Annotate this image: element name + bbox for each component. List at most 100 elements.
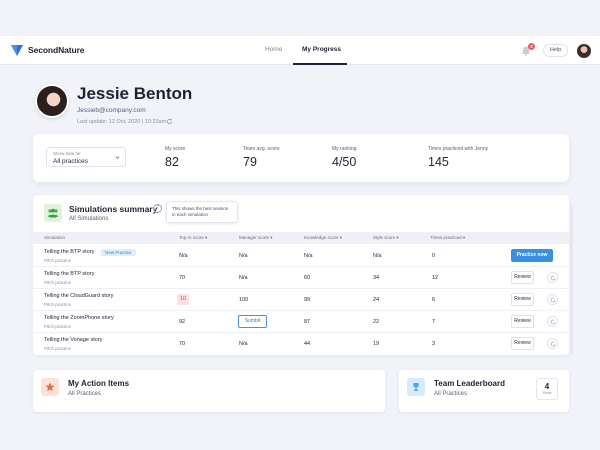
info-tooltip: This shows the best session in each simu… bbox=[166, 201, 238, 223]
last-update-text: Last update: 12 Oct, 2020 | 10:23am bbox=[77, 119, 167, 125]
profile-name: Jessie Benton bbox=[77, 84, 193, 103]
action-items-subtitle: All Practices bbox=[68, 391, 102, 397]
star-icon bbox=[41, 378, 59, 396]
trophy-icon bbox=[407, 378, 425, 396]
simulation-name[interactable]: Telling the Vonage story bbox=[44, 337, 102, 343]
show-data-value: All practices bbox=[53, 158, 89, 165]
stat-label: My score bbox=[165, 146, 186, 152]
style-score: 19 bbox=[373, 341, 380, 347]
top-ai-score-low: 10 bbox=[177, 294, 189, 305]
active-tab-indicator bbox=[293, 63, 347, 65]
manager-score: N/a bbox=[239, 275, 248, 281]
retry-icon[interactable] bbox=[547, 294, 558, 305]
table-row: Telling the Vonage story Pitch practice … bbox=[33, 333, 569, 355]
simulations-subtitle: All Simulations bbox=[69, 216, 109, 222]
manager-score: N/a bbox=[239, 253, 248, 259]
show-data-label: Show data for bbox=[53, 151, 81, 156]
review-button[interactable]: Review bbox=[511, 271, 534, 284]
stat-value: 145 bbox=[428, 155, 449, 169]
stat-label: My ranking bbox=[332, 146, 357, 152]
team-leaderboard-card: Team Leaderboard All Practices 4 Seats bbox=[399, 370, 569, 413]
notification-badge: 2 bbox=[528, 43, 535, 50]
simulation-name[interactable]: Telling the ZoomPhone story bbox=[44, 315, 114, 321]
submit-score-button[interactable]: Sumbit bbox=[238, 315, 267, 328]
nav-my-progress[interactable]: My Progress bbox=[302, 46, 341, 53]
table-row: Telling the BTP story New Practice Pitch… bbox=[33, 245, 569, 267]
col-knowledge-score[interactable]: Knowledge score ▾ bbox=[304, 235, 342, 241]
show-data-select[interactable]: Show data for All practices bbox=[46, 147, 126, 167]
action-items-title: My Action Items bbox=[68, 379, 130, 388]
simulation-name[interactable]: Telling the CloudGuard story bbox=[44, 293, 113, 299]
divider bbox=[33, 412, 385, 413]
stat-my-ranking: My ranking 4/50 bbox=[332, 146, 356, 169]
table-row: Telling the CloudGuard story Pitch pract… bbox=[33, 289, 569, 311]
knowledge-score: 99 bbox=[304, 297, 311, 303]
team-icon bbox=[44, 204, 62, 222]
style-score: N/a bbox=[373, 253, 382, 259]
top-ai-score: 92 bbox=[179, 319, 186, 325]
top-ai-score: 70 bbox=[179, 275, 186, 281]
retry-icon[interactable] bbox=[547, 338, 558, 349]
stat-label: Team avg. score bbox=[243, 146, 280, 152]
times-practiced: 7 bbox=[432, 319, 436, 325]
knowledge-score: 44 bbox=[304, 341, 311, 347]
table-header: Simulation Top AI score ▾ Manager score … bbox=[33, 232, 569, 244]
table-row: Telling the ZoomPhone story Pitch practi… bbox=[33, 311, 569, 333]
simulation-name[interactable]: Telling the BTP story bbox=[44, 249, 94, 255]
leaderboard-subtitle: All Practices bbox=[434, 391, 468, 397]
review-button[interactable]: Review bbox=[511, 315, 534, 328]
times-practiced: 6 bbox=[432, 297, 436, 303]
top-ai-score: N/a bbox=[179, 253, 188, 259]
chevron-down-icon bbox=[115, 156, 120, 159]
knowledge-score: 87 bbox=[304, 319, 311, 325]
simulation-type: Pitch practice bbox=[44, 346, 72, 351]
help-button[interactable]: Help bbox=[543, 44, 568, 57]
simulation-name[interactable]: Telling the BTP story bbox=[44, 271, 94, 277]
app-logo[interactable]: SecondNature bbox=[10, 43, 85, 57]
style-score: 34 bbox=[373, 275, 380, 281]
review-button[interactable]: Review bbox=[511, 337, 534, 350]
nav-home[interactable]: Home bbox=[265, 46, 282, 53]
style-score: 22 bbox=[373, 319, 380, 325]
col-simulation[interactable]: Simulation bbox=[44, 235, 65, 240]
info-icon[interactable]: ? bbox=[153, 204, 162, 213]
retry-icon[interactable] bbox=[547, 316, 558, 327]
scrollbar[interactable] bbox=[570, 205, 573, 355]
col-times-practiced[interactable]: Times practiced ▾ bbox=[430, 235, 465, 241]
table-row: Telling the BTP story Pitch practice 70 … bbox=[33, 267, 569, 289]
manager-score: 100 bbox=[239, 297, 249, 303]
stat-value: 4/50 bbox=[332, 155, 357, 169]
action-items-card: My Action Items All Practices bbox=[33, 370, 385, 413]
seat-count-value: 4 bbox=[544, 382, 550, 391]
simulation-type: Pitch practice bbox=[44, 258, 72, 263]
stat-value: 79 bbox=[243, 155, 257, 169]
stat-value: 82 bbox=[165, 155, 179, 169]
leaderboard-title: Team Leaderboard bbox=[434, 379, 505, 388]
profile-avatar bbox=[35, 84, 69, 118]
times-practiced: 0 bbox=[432, 253, 436, 259]
practice-now-button[interactable]: Practice now bbox=[511, 249, 553, 262]
new-practice-badge: New Practice bbox=[101, 249, 136, 256]
retry-icon[interactable] bbox=[547, 272, 558, 283]
stat-my-score: My score 82 bbox=[165, 146, 185, 169]
simulations-title: Simulations summary bbox=[69, 204, 158, 214]
stat-team-avg: Team avg. score 79 bbox=[243, 146, 280, 169]
style-score: 24 bbox=[373, 297, 380, 303]
stats-card: Show data for All practices My score 82 … bbox=[33, 134, 569, 182]
top-ai-score: 70 bbox=[179, 341, 186, 347]
review-button[interactable]: Review bbox=[511, 293, 534, 306]
logo-icon bbox=[11, 45, 23, 56]
app-name: SecondNature bbox=[28, 45, 85, 55]
refresh-icon[interactable] bbox=[166, 118, 173, 125]
manager-score: N/a bbox=[239, 341, 248, 347]
times-practiced: 3 bbox=[432, 341, 436, 347]
stat-label: Times practiced with Jenny bbox=[428, 146, 489, 152]
seat-count: 4 Seats bbox=[536, 378, 558, 400]
col-style-score[interactable]: Style score ▾ bbox=[373, 235, 399, 241]
seat-count-label: Seats bbox=[542, 391, 552, 395]
col-top-ai-score[interactable]: Top AI score ▾ bbox=[179, 235, 207, 241]
col-manager-score[interactable]: Manager score ▾ bbox=[239, 235, 273, 241]
knowledge-score: 60 bbox=[304, 275, 311, 281]
user-avatar[interactable] bbox=[577, 44, 591, 58]
stat-times-practiced: Times practiced with Jenny 145 bbox=[428, 146, 488, 169]
